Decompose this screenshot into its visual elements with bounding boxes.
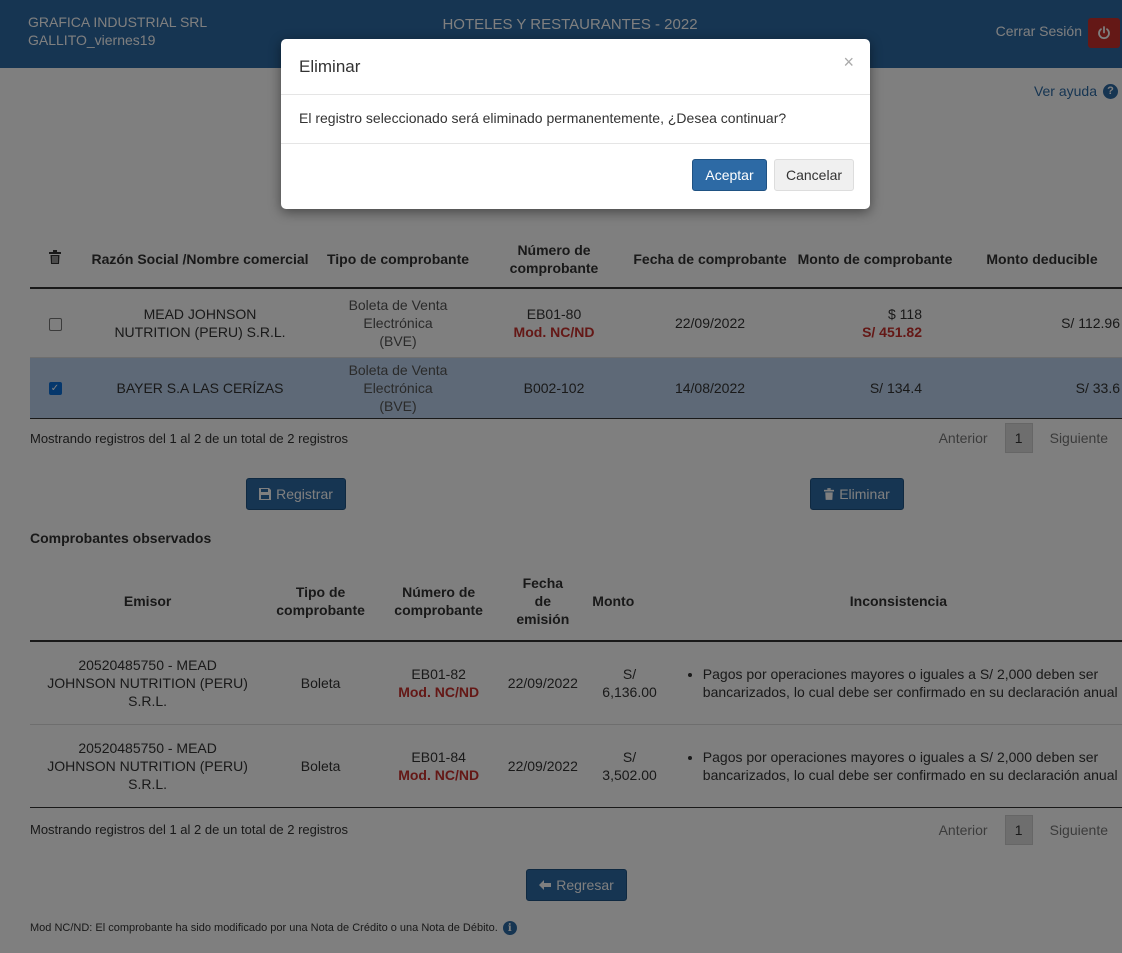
- delete-confirm-modal: Eliminar × El registro seleccionado será…: [281, 39, 870, 209]
- modal-divider: [281, 94, 870, 95]
- cancel-button[interactable]: Cancelar: [774, 159, 854, 191]
- close-icon[interactable]: ×: [843, 52, 854, 73]
- accept-button[interactable]: Aceptar: [692, 159, 767, 191]
- modal-message: El registro seleccionado será eliminado …: [299, 110, 787, 126]
- modal-divider: [281, 143, 870, 144]
- modal-title: Eliminar: [299, 57, 361, 76]
